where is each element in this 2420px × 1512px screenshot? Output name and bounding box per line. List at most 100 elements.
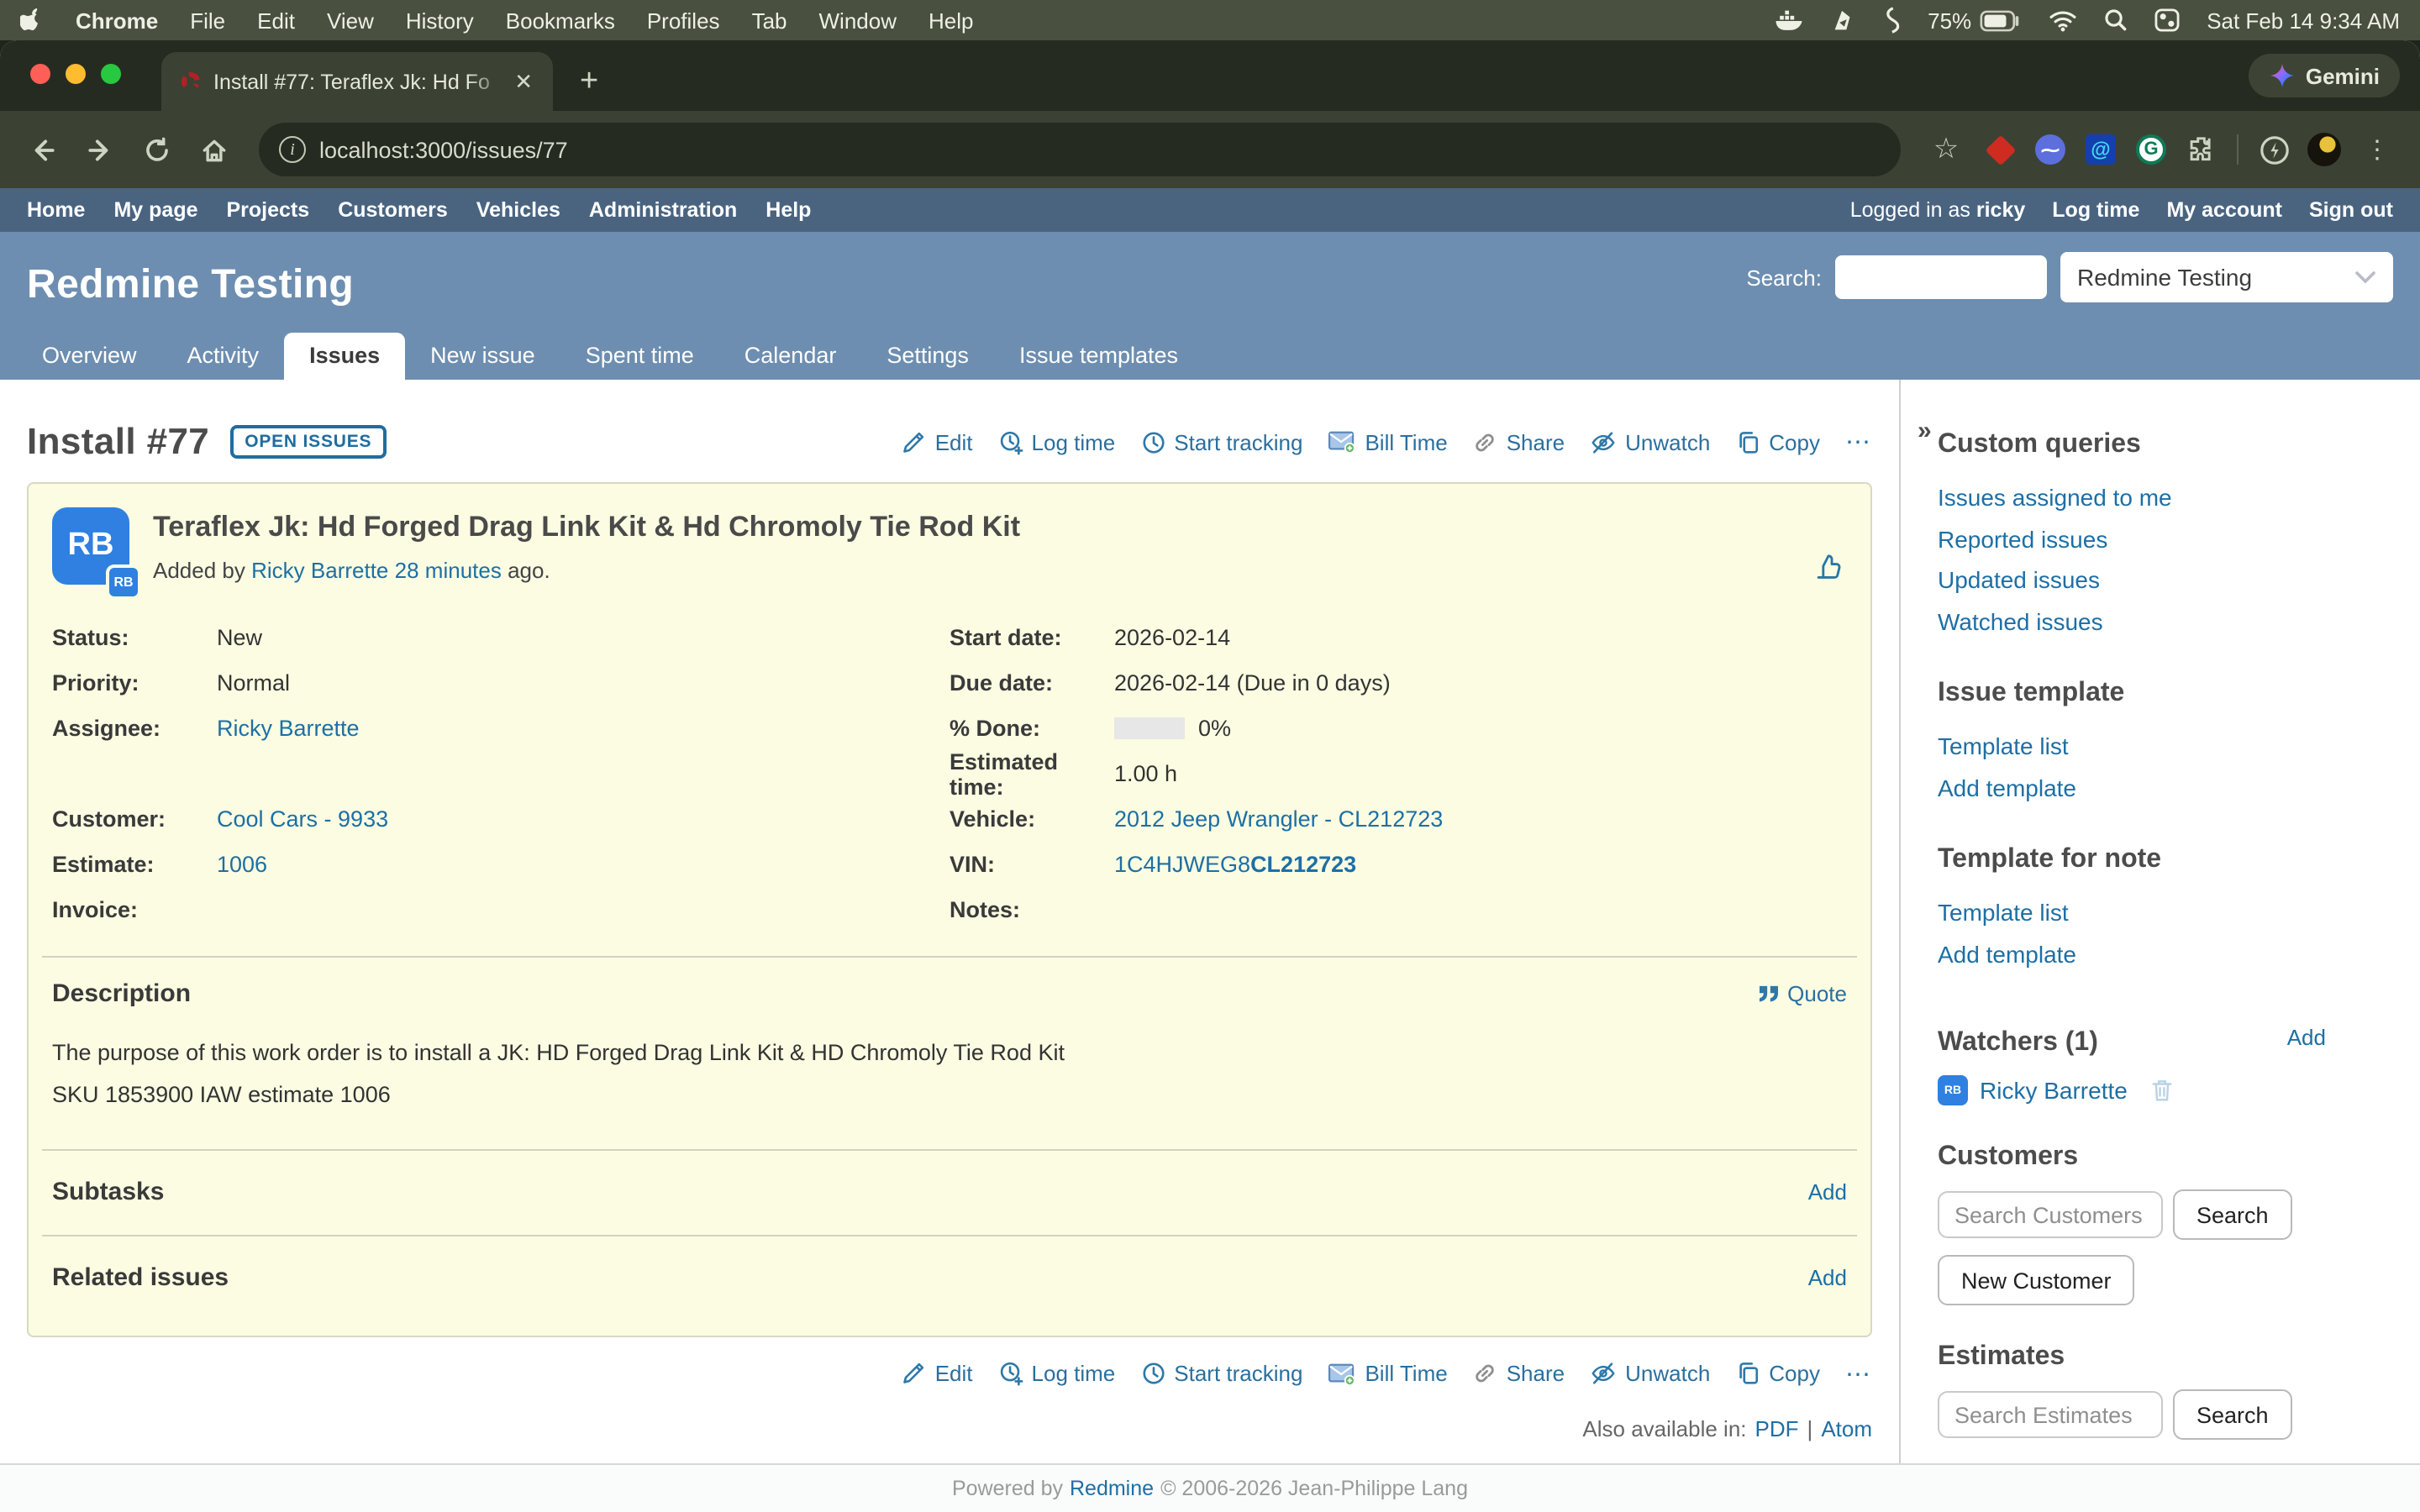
search-estimates-button[interactable]: Search [2173, 1389, 2292, 1440]
more-actions-button[interactable]: ⋯ [1845, 427, 1872, 457]
customer-link[interactable]: Cool Cars - 9933 [217, 806, 388, 832]
tab-settings[interactable]: Settings [861, 333, 994, 380]
bill-time-button[interactable]: Bill Time [1328, 429, 1447, 454]
share-button[interactable]: Share [1473, 429, 1565, 454]
vin-link[interactable]: 1C4HJWEG8CL212723 [1114, 852, 1356, 877]
bookmark-star-icon[interactable]: ☆ [1921, 124, 1971, 175]
topmenu-projects[interactable]: Projects [227, 198, 310, 222]
search-customers-button[interactable]: Search [2173, 1189, 2292, 1240]
sidebar-link-updated-issues[interactable]: Updated issues [1938, 559, 2326, 601]
topmenu-customers[interactable]: Customers [338, 198, 448, 222]
copy-button-bottom[interactable]: Copy [1735, 1362, 1820, 1387]
edit-button-bottom[interactable]: Edit [902, 1362, 973, 1387]
battery-indicator[interactable]: 75% [1928, 8, 2022, 33]
sidebar-collapse-icon[interactable]: » [1918, 417, 1932, 445]
tab-activity[interactable]: Activity [162, 333, 285, 380]
watcher-user-link[interactable]: Ricky Barrette [1980, 1077, 2128, 1104]
unwatch-button[interactable]: Unwatch [1590, 429, 1710, 454]
new-customer-button[interactable]: New Customer [1938, 1255, 2135, 1305]
note-template-add-link[interactable]: Add template [1938, 933, 2326, 974]
performance-icon[interactable] [2252, 128, 2296, 171]
sidebar-link-reported-issues[interactable]: Reported issues [1938, 518, 2326, 559]
extension-icon-swirl[interactable]: ⁓ [2028, 128, 2072, 171]
gemini-button[interactable]: Gemini [2249, 54, 2400, 97]
add-subtask-link[interactable]: Add [1808, 1179, 1847, 1205]
extension-icon-red[interactable] [1978, 128, 2022, 171]
issue-template-add-link[interactable]: Add template [1938, 767, 2326, 808]
tab-issue-templates[interactable]: Issue templates [994, 333, 1203, 380]
add-related-issue-link[interactable]: Add [1808, 1265, 1847, 1290]
edit-button[interactable]: Edit [902, 429, 973, 454]
topmenu-sign-out[interactable]: Sign out [2309, 198, 2393, 222]
open-issues-badge[interactable]: OPEN ISSUES [229, 425, 387, 459]
topmenu-help[interactable]: Help [765, 198, 811, 222]
note-template-list-link[interactable]: Template list [1938, 892, 2326, 933]
start-tracking-button[interactable]: Start tracking [1140, 429, 1302, 454]
topmenu-administration[interactable]: Administration [589, 198, 737, 222]
log-time-button-bottom[interactable]: Log time [998, 1362, 1116, 1387]
created-time-link[interactable]: 28 minutes [395, 558, 502, 583]
minimize-window-button[interactable] [66, 64, 86, 84]
issue-template-list-link[interactable]: Template list [1938, 726, 2326, 767]
quote-button[interactable]: Quote [1757, 981, 1847, 1006]
menubar-bookmarks[interactable]: Bookmarks [506, 8, 615, 33]
vehicle-link[interactable]: 2012 Jeep Wrangler - CL212723 [1114, 806, 1443, 832]
menubar-clock[interactable]: Sat Feb 14 9:34 AM [2207, 8, 2400, 33]
search-input[interactable] [1835, 255, 2047, 299]
project-jump-select[interactable]: Redmine Testing [2060, 252, 2393, 302]
fullscreen-window-button[interactable] [101, 64, 121, 84]
delete-watcher-icon[interactable] [2149, 1077, 2175, 1104]
back-button[interactable] [17, 124, 67, 175]
redmine-link[interactable]: Redmine [1070, 1477, 1154, 1500]
share-button-bottom[interactable]: Share [1473, 1362, 1565, 1387]
menubar-help[interactable]: Help [929, 8, 974, 33]
new-tab-button[interactable]: + [580, 52, 598, 111]
start-tracking-button-bottom[interactable]: Start tracking [1140, 1362, 1302, 1387]
tab-spent-time[interactable]: Spent time [560, 333, 719, 380]
profile-avatar[interactable] [2302, 128, 2346, 171]
search-estimates-input[interactable] [1938, 1391, 2163, 1438]
extension-icon-lock[interactable]: @ [2079, 128, 2123, 171]
close-window-button[interactable] [30, 64, 50, 84]
menubar-profiles[interactable]: Profiles [647, 8, 720, 33]
menubar-app-name[interactable]: Chrome [76, 8, 158, 33]
tab-overview[interactable]: Overview [17, 333, 162, 380]
tab-new-issue[interactable]: New issue [405, 333, 560, 380]
add-watcher-link[interactable]: Add [2287, 1024, 2326, 1049]
ribbon-app-icon[interactable] [1882, 7, 1901, 34]
apple-menu-icon[interactable] [20, 7, 44, 34]
spotlight-search-icon[interactable] [2104, 8, 2128, 32]
tab-close-icon[interactable]: ✕ [508, 68, 539, 95]
assignee-link[interactable]: Ricky Barrette [217, 716, 360, 741]
topmenu-my-page[interactable]: My page [113, 198, 197, 222]
tab-issues[interactable]: Issues [284, 333, 405, 380]
extensions-puzzle-icon[interactable] [2180, 128, 2223, 171]
browser-tab[interactable]: Install #77: Teraflex Jk: Hd Fo ✕ [161, 52, 553, 111]
topmenu-my-account[interactable]: My account [2166, 198, 2282, 222]
bill-time-button-bottom[interactable]: Bill Time [1328, 1362, 1447, 1387]
site-info-icon[interactable]: i [279, 136, 306, 163]
tab-calendar[interactable]: Calendar [719, 333, 862, 380]
topmenu-home[interactable]: Home [27, 198, 85, 222]
chrome-menu-icon[interactable]: ⋮ [2353, 124, 2403, 175]
more-actions-button-bottom[interactable]: ⋯ [1845, 1359, 1872, 1389]
menubar-file[interactable]: File [190, 8, 225, 33]
topmenu-vehicles[interactable]: Vehicles [476, 198, 560, 222]
origami-app-icon[interactable] [1830, 8, 1855, 33]
menubar-history[interactable]: History [406, 8, 474, 33]
wifi-icon[interactable] [2049, 9, 2077, 31]
thumbs-up-reaction-button[interactable] [1812, 549, 1847, 585]
sidebar-link-watched-issues[interactable]: Watched issues [1938, 601, 2326, 642]
home-button[interactable] [188, 124, 239, 175]
topmenu-log-time[interactable]: Log time [2052, 198, 2139, 222]
forward-button[interactable] [74, 124, 124, 175]
sidebar-link-issues-assigned[interactable]: Issues assigned to me [1938, 477, 2326, 518]
menubar-view[interactable]: View [327, 8, 374, 33]
menubar-edit[interactable]: Edit [257, 8, 295, 33]
menubar-window[interactable]: Window [819, 8, 897, 33]
author-link[interactable]: Ricky Barrette [251, 558, 388, 583]
control-center-icon[interactable] [2154, 8, 2180, 32]
address-bar[interactable]: i localhost:3000/issues/77 [259, 123, 1901, 176]
pdf-link[interactable]: PDF [1755, 1416, 1799, 1441]
log-time-button[interactable]: Log time [998, 429, 1116, 454]
